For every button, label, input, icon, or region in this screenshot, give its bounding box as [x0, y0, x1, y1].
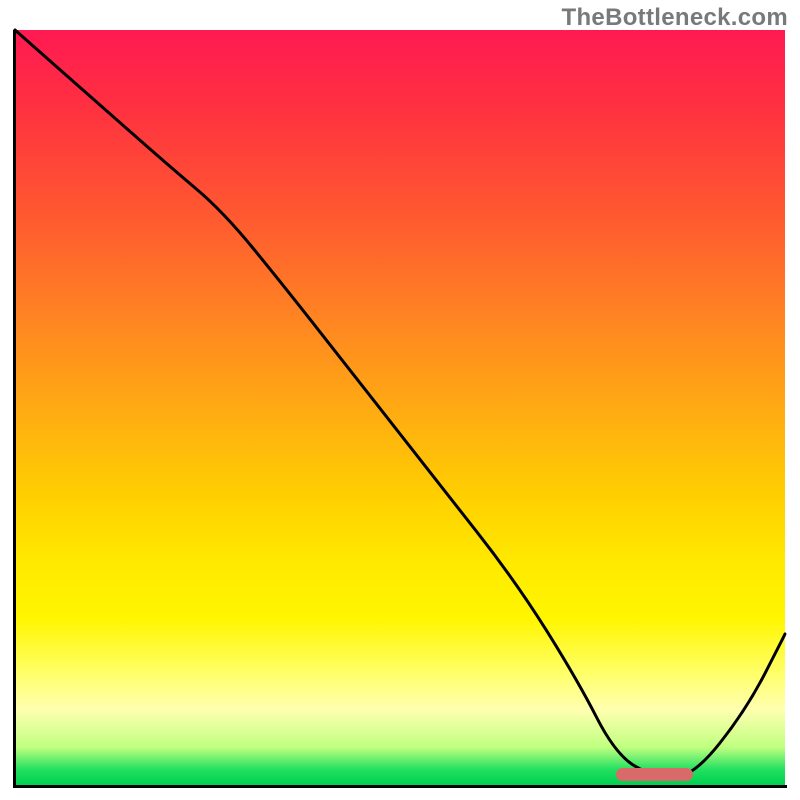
- x-axis: [13, 785, 787, 788]
- chart-curve: [15, 30, 785, 785]
- curve-path: [15, 30, 785, 778]
- chart-container: TheBottleneck.com: [0, 0, 800, 800]
- watermark-text: TheBottleneck.com: [562, 4, 788, 32]
- highlight-marker: [616, 768, 693, 781]
